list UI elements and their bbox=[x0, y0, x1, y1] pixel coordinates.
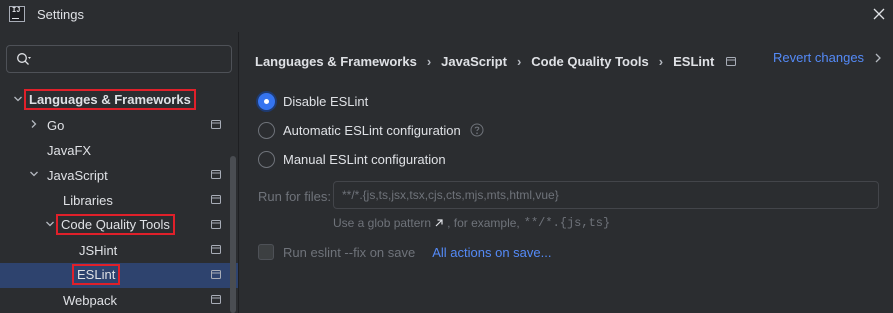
breadcrumb-item[interactable]: JavaScript bbox=[441, 54, 507, 69]
sidebar-item-label: Go bbox=[47, 118, 65, 133]
radio-button-checked[interactable] bbox=[258, 92, 275, 110]
sidebar-item-javascript[interactable]: JavaScript bbox=[0, 163, 230, 188]
breadcrumb-separator: › bbox=[516, 53, 522, 69]
radio-label: Manual ESLint configuration bbox=[283, 151, 446, 167]
project-settings-icon bbox=[726, 56, 737, 66]
settings-content: Languages & Frameworks › JavaScript › Co… bbox=[239, 32, 893, 313]
sidebar-item-code-quality-tools[interactable]: Code Quality Tools bbox=[0, 213, 230, 238]
sidebar-item-label: Languages & Frameworks bbox=[24, 89, 196, 110]
sidebar-item-eslint[interactable]: ESLint bbox=[0, 263, 238, 288]
sidebar-item-label: ESLint bbox=[71, 264, 121, 285]
sidebar-item-go[interactable]: Go bbox=[0, 113, 230, 138]
glob-hint: Use a glob pattern , for example, **/*.{… bbox=[333, 216, 610, 230]
sidebar-item-label: Libraries bbox=[63, 193, 113, 208]
project-settings-icon bbox=[211, 245, 221, 254]
radio-button[interactable] bbox=[258, 121, 275, 139]
search-input[interactable] bbox=[43, 50, 223, 68]
breadcrumb-item[interactable]: Code Quality Tools bbox=[531, 54, 649, 69]
settings-sidebar: Languages & Frameworks Go JavaFX JavaScr… bbox=[0, 32, 238, 313]
run-for-files-input[interactable] bbox=[333, 181, 879, 209]
sidebar-item-javafx[interactable]: JavaFX bbox=[0, 138, 230, 163]
window-title: Settings bbox=[37, 7, 84, 22]
project-settings-icon bbox=[211, 295, 221, 304]
all-actions-on-save-link[interactable]: All actions on save... bbox=[432, 245, 551, 260]
close-icon[interactable] bbox=[869, 4, 889, 24]
sidebar-item-jshint[interactable]: JSHint bbox=[0, 238, 230, 263]
revert-changes-link[interactable]: Revert changes bbox=[773, 50, 864, 65]
hint-example: **/*.{js,ts} bbox=[523, 216, 611, 230]
radio-label: Disable ESLint bbox=[283, 93, 369, 109]
breadcrumb-item-current: ESLint bbox=[673, 53, 715, 69]
app-logo-icon: IJ bbox=[9, 6, 25, 22]
sidebar-item-label: JavaScript bbox=[47, 168, 108, 183]
fix-on-save-row: Run eslint --fix on save All actions on … bbox=[258, 243, 551, 261]
breadcrumb-separator: › bbox=[426, 53, 432, 69]
chevron-down-icon[interactable] bbox=[12, 93, 24, 105]
radio-button[interactable] bbox=[258, 150, 275, 168]
sidebar-item-languages-frameworks[interactable]: Languages & Frameworks bbox=[0, 88, 230, 113]
run-for-files-label: Run for files: bbox=[258, 189, 331, 204]
fix-on-save-label: Run eslint --fix on save bbox=[283, 244, 416, 260]
title-bar: IJ Settings bbox=[0, 0, 893, 32]
external-link-icon[interactable] bbox=[434, 218, 444, 228]
radio-disable-eslint[interactable]: Disable ESLint bbox=[258, 91, 368, 111]
breadcrumb: Languages & Frameworks › JavaScript › Co… bbox=[255, 52, 737, 70]
sidebar-item-libraries[interactable]: Libraries bbox=[0, 188, 230, 213]
sidebar-item-label: Code Quality Tools bbox=[56, 214, 175, 235]
chevron-right-icon[interactable] bbox=[873, 51, 883, 65]
sidebar-item-label: Webpack bbox=[63, 293, 117, 308]
project-settings-icon bbox=[211, 120, 221, 129]
project-settings-icon bbox=[211, 220, 221, 229]
sidebar-item-label: JavaFX bbox=[47, 143, 92, 158]
radio-manual-configuration[interactable]: Manual ESLint configuration bbox=[258, 149, 446, 169]
radio-label: Automatic ESLint configuration bbox=[283, 122, 461, 138]
breadcrumb-separator: › bbox=[658, 53, 664, 69]
sidebar-scrollbar[interactable] bbox=[230, 156, 236, 313]
search-icon bbox=[17, 53, 31, 65]
sidebar-item-webpack[interactable]: Webpack bbox=[0, 288, 230, 313]
glob-pattern-link[interactable]: Use a glob pattern bbox=[333, 216, 431, 230]
help-icon[interactable] bbox=[470, 123, 484, 137]
chevron-right-icon[interactable] bbox=[28, 118, 40, 130]
hint-text: , for example, bbox=[447, 216, 520, 230]
radio-automatic-configuration[interactable]: Automatic ESLint configuration bbox=[258, 120, 484, 140]
settings-search[interactable] bbox=[6, 45, 232, 73]
breadcrumb-item[interactable]: Languages & Frameworks bbox=[255, 54, 417, 69]
chevron-down-icon[interactable] bbox=[44, 218, 56, 230]
project-settings-icon bbox=[211, 195, 221, 204]
chevron-down-icon[interactable] bbox=[28, 168, 40, 180]
fix-on-save-checkbox[interactable] bbox=[258, 244, 274, 260]
project-settings-icon bbox=[211, 270, 221, 279]
project-settings-icon bbox=[211, 170, 221, 179]
sidebar-item-label: JSHint bbox=[79, 243, 118, 258]
